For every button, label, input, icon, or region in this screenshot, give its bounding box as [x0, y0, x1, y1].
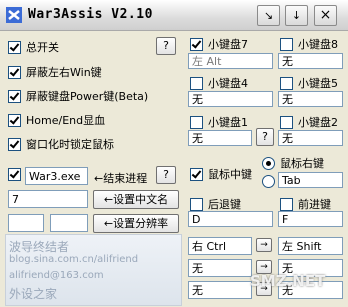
- close-button[interactable]: ×: [314, 5, 337, 26]
- main-panel: 总开关 ? 屏蔽左右Win键 屏蔽键盘Power键(Beta) Home/End…: [0, 31, 348, 307]
- master-switch-label: 总开关: [26, 41, 59, 54]
- checkbox-box[interactable]: [190, 76, 203, 90]
- home-end-hp-checkbox[interactable]: Home/End显血: [8, 112, 105, 128]
- block-win-key-label: 屏蔽左右Win键: [26, 66, 102, 79]
- exe-name-field[interactable]: War3.exe: [25, 167, 88, 185]
- block-win-key-checkbox[interactable]: 屏蔽左右Win键: [8, 64, 102, 80]
- remap-row1-arrow-button[interactable]: →: [256, 238, 272, 252]
- remap-row1-target[interactable]: 左 Shift: [278, 237, 343, 255]
- checkbox-box[interactable]: [8, 168, 21, 181]
- numpad4-field[interactable]: 无: [188, 91, 273, 107]
- set-resolution-button[interactable]: ←设置分辨率: [93, 214, 179, 233]
- title-bar: War3Assis V2.10 ↘ ↓ ×: [0, 0, 348, 31]
- window-lock-mouse-checkbox[interactable]: 窗口化时锁定鼠标: [8, 136, 114, 152]
- numpad8-checkbox[interactable]: 小键盘8: [280, 36, 338, 52]
- remap-row2-source[interactable]: 无: [188, 259, 252, 277]
- checkbox-box[interactable]: [280, 197, 293, 211]
- back-key-checkbox[interactable]: 后退键: [190, 196, 241, 212]
- numpad1-field[interactable]: 无: [188, 130, 252, 146]
- app-icon: [6, 7, 22, 23]
- help-button-numpad[interactable]: ?: [256, 128, 274, 146]
- numpad7-checkbox[interactable]: 小键盘7: [190, 36, 248, 52]
- numpad4-label: 小键盘4: [208, 77, 248, 90]
- block-power-key-label: 屏蔽键盘Power键(Beta): [26, 90, 149, 103]
- resolution-height-field[interactable]: [50, 214, 88, 232]
- checkbox-box[interactable]: [8, 137, 21, 151]
- numpad2-field[interactable]: 无: [278, 130, 343, 146]
- help-button-process[interactable]: ?: [156, 166, 176, 184]
- checkbox-box[interactable]: [190, 37, 203, 51]
- end-process-label: ←结束进程: [94, 172, 148, 185]
- remap-row3-source[interactable]: 无: [188, 281, 252, 299]
- watermark: SMZ.NET: [250, 272, 326, 290]
- home-end-hp-label: Home/End显血: [26, 114, 106, 127]
- process-checkbox[interactable]: [8, 168, 26, 181]
- back-key-field[interactable]: D: [188, 211, 273, 227]
- chinese-name-field[interactable]: 7: [8, 190, 88, 208]
- numpad7-field[interactable]: 左 Alt: [188, 53, 273, 69]
- numpad2-label: 小键盘2: [298, 116, 338, 129]
- window-title: War3Assis V2.10: [28, 7, 153, 22]
- master-switch-checkbox[interactable]: 总开关: [8, 39, 59, 55]
- set-chinese-name-button[interactable]: ←设置中文名: [93, 190, 179, 209]
- author-email[interactable]: alifriend@163.com: [9, 270, 104, 281]
- numpad4-checkbox[interactable]: 小键盘4: [190, 75, 248, 91]
- window-lock-mouse-label: 窗口化时锁定鼠标: [26, 138, 114, 151]
- checkbox-box[interactable]: [190, 197, 203, 211]
- author-blog-link[interactable]: blog.sina.com.cn/alifriend: [9, 254, 138, 265]
- checkbox-box[interactable]: [190, 167, 203, 181]
- numpad7-label: 小键盘7: [208, 38, 248, 51]
- checkbox-box[interactable]: [280, 115, 293, 129]
- radio-dot[interactable]: [262, 156, 275, 170]
- radio-dot[interactable]: [262, 175, 275, 188]
- numpad2-checkbox[interactable]: 小键盘2: [280, 114, 338, 130]
- middle-mouse-label: 鼠标中键: [208, 168, 252, 181]
- author-name: 波导终结者: [9, 240, 70, 254]
- middle-mouse-checkbox[interactable]: 鼠标中键: [190, 166, 252, 182]
- author-site: 外设之家: [9, 287, 58, 301]
- checkbox-box[interactable]: [8, 65, 21, 79]
- resolution-width-field[interactable]: [8, 214, 44, 232]
- help-button-main[interactable]: ?: [156, 37, 176, 55]
- checkbox-box[interactable]: [8, 40, 21, 54]
- tab-field[interactable]: Tab: [278, 172, 343, 188]
- numpad8-field[interactable]: 无: [278, 53, 343, 69]
- forward-key-field[interactable]: F: [278, 211, 343, 227]
- numpad1-label: 小键盘1: [208, 116, 248, 129]
- remap-row1-source[interactable]: 右 Ctrl: [188, 237, 252, 255]
- numpad5-field[interactable]: 无: [278, 91, 343, 107]
- right-mouse-label: 鼠标右键: [280, 157, 324, 170]
- forward-key-label: 前进键: [298, 198, 331, 211]
- checkbox-box[interactable]: [190, 115, 203, 129]
- checkbox-box[interactable]: [8, 89, 21, 103]
- pin-button[interactable]: ↘: [257, 5, 280, 26]
- forward-key-checkbox[interactable]: 前进键: [280, 196, 331, 212]
- numpad5-checkbox[interactable]: 小键盘5: [280, 75, 338, 91]
- back-key-label: 后退键: [208, 198, 241, 211]
- numpad1-checkbox[interactable]: 小键盘1: [190, 114, 248, 130]
- checkbox-box[interactable]: [280, 37, 293, 51]
- about-panel: 波导终结者 blog.sina.com.cn/alifriend alifrie…: [5, 234, 182, 306]
- right-mouse-radio[interactable]: 鼠标右键: [262, 155, 324, 171]
- app-window: War3Assis V2.10 ↘ ↓ × 总开关 ? 屏蔽左右Win键 屏蔽键…: [0, 0, 348, 307]
- block-power-key-checkbox[interactable]: 屏蔽键盘Power键(Beta): [8, 88, 148, 104]
- checkbox-box[interactable]: [8, 113, 21, 127]
- checkbox-box[interactable]: [280, 76, 293, 90]
- numpad5-label: 小键盘5: [298, 77, 338, 90]
- minimize-button[interactable]: ↓: [285, 5, 308, 26]
- numpad8-label: 小键盘8: [298, 38, 338, 51]
